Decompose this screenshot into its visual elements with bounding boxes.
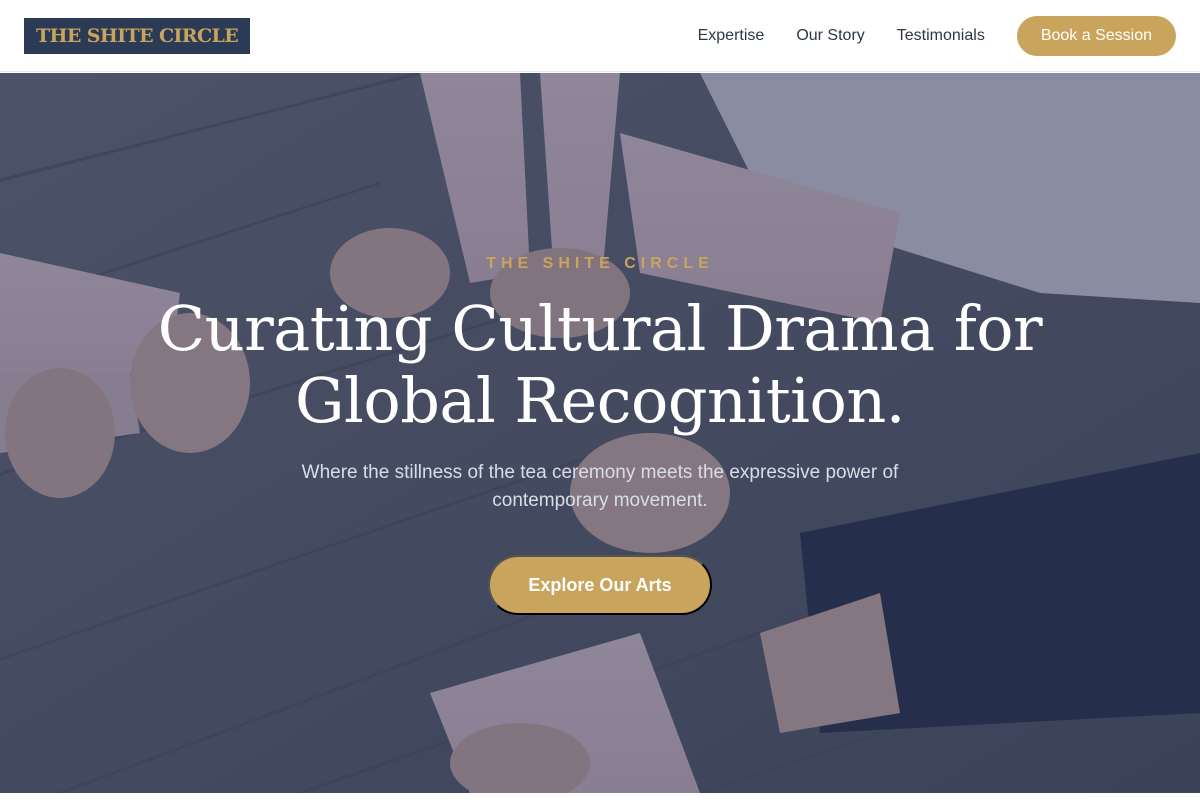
nav-link-expertise[interactable]: Expertise bbox=[698, 27, 765, 45]
hero-subtext: Where the stillness of the tea ceremony … bbox=[301, 462, 899, 511]
page-bottom-edge bbox=[0, 793, 1200, 800]
site-header: THE SHITE CIRCLE Expertise Our Story Tes… bbox=[0, 0, 1200, 72]
logo[interactable]: THE SHITE CIRCLE bbox=[24, 17, 251, 54]
nav-link-testimonials[interactable]: Testimonials bbox=[897, 27, 985, 45]
nav-link-our-story[interactable]: Our Story bbox=[796, 27, 864, 45]
hero-section: THE SHITE CIRCLE Curating Cultural Drama… bbox=[0, 73, 1200, 793]
explore-arts-button[interactable]: Explore Our Arts bbox=[488, 555, 712, 615]
hero-content: THE SHITE CIRCLE Curating Cultural Drama… bbox=[0, 73, 1200, 793]
book-session-button[interactable]: Book a Session bbox=[1016, 15, 1176, 56]
hero-headline: Curating Cultural Drama for Global Recog… bbox=[157, 292, 1043, 437]
main-nav: Expertise Our Story Testimonials Book a … bbox=[698, 15, 1176, 56]
hero-eyebrow: THE SHITE CIRCLE bbox=[486, 255, 714, 272]
